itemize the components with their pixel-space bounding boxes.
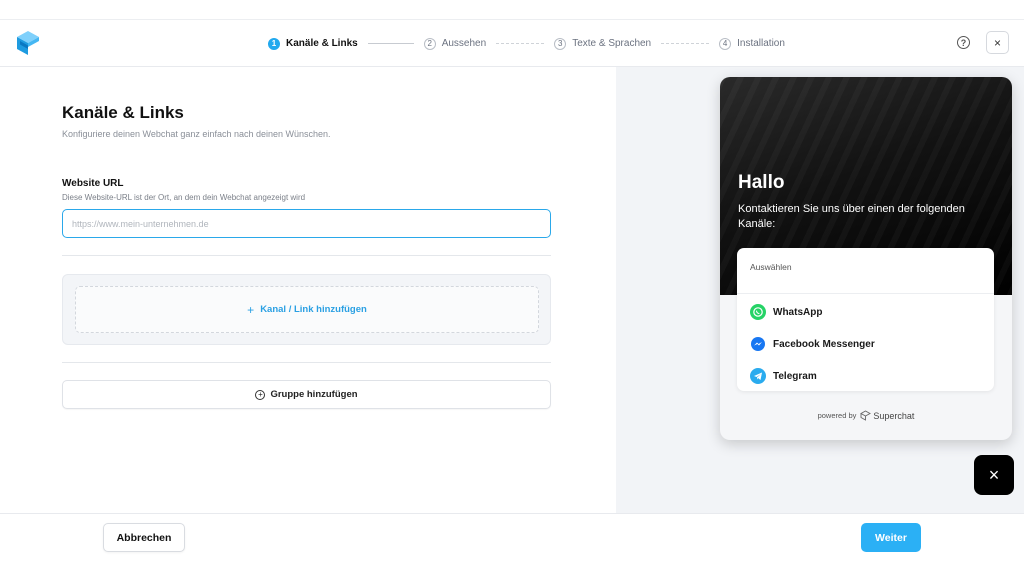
plus-circle-icon: +	[255, 389, 266, 400]
step-label: Kanäle & Links	[286, 38, 358, 49]
add-channel-button[interactable]: + Kanal / Link hinzufügen	[75, 286, 539, 333]
messenger-icon	[750, 336, 766, 352]
step-label: Aussehen	[441, 38, 487, 49]
page-subtitle: Konfiguriere deinen Webchat ganz einfach…	[62, 129, 331, 139]
channel-label: WhatsApp	[773, 306, 823, 318]
preview-panel: Hallo Kontaktieren Sie uns über einen de…	[616, 67, 1024, 513]
cancel-button[interactable]: Abbrechen	[103, 523, 185, 552]
step-connector	[367, 43, 414, 44]
channels-group: + Kanal / Link hinzufügen	[62, 274, 551, 345]
powered-by-text: powered by	[817, 411, 857, 420]
website-url-input[interactable]	[62, 209, 551, 238]
step-connector	[496, 43, 545, 44]
wizard-stepper: 1 Kanäle & Links 2 Aussehen 3 Texte & Sp…	[268, 20, 785, 67]
plus-icon: +	[247, 302, 255, 317]
add-channel-label: Kanal / Link hinzufügen	[260, 304, 367, 315]
close-button[interactable]: ×	[986, 31, 1009, 54]
section-divider	[62, 255, 551, 256]
step-number: 2	[423, 37, 436, 50]
webchat-widget-preview: Hallo Kontaktieren Sie uns über einen de…	[720, 77, 1012, 440]
add-group-label: Gruppe hinzufügen	[270, 389, 358, 400]
step-number: 3	[554, 37, 567, 50]
powered-by: powered by Superchat	[720, 410, 1012, 421]
widget-greeting: Hallo	[738, 172, 785, 193]
select-label: Auswählen	[750, 262, 792, 272]
brand-name: Superchat	[873, 410, 915, 421]
step-installation[interactable]: 4 Installation	[719, 37, 785, 50]
channel-select-card: Auswählen WhatsApp Facebook Messenger Te…	[737, 248, 994, 391]
website-url-label: Website URL	[62, 178, 124, 189]
next-button[interactable]: Weiter	[861, 523, 921, 552]
step-channels-links[interactable]: 1 Kanäle & Links	[268, 37, 358, 50]
superchat-brand: Superchat	[860, 410, 914, 421]
superchat-logo-icon	[17, 31, 39, 55]
step-number: 1	[268, 37, 280, 50]
section-divider	[62, 362, 551, 363]
website-url-help: Diese Website-URL ist der Ort, an dem de…	[62, 193, 306, 202]
step-texts-languages[interactable]: 3 Texte & Sprachen	[554, 37, 652, 50]
channel-facebook-messenger[interactable]: Facebook Messenger	[750, 336, 875, 352]
add-group-button[interactable]: + Gruppe hinzufügen	[62, 380, 551, 409]
wizard-header: 1 Kanäle & Links 2 Aussehen 3 Texte & Sp…	[0, 20, 1024, 67]
channel-label: Telegram	[773, 370, 817, 382]
config-panel: Kanäle & Links Konfiguriere deinen Webch…	[0, 67, 616, 513]
superchat-brand-icon	[860, 410, 872, 421]
step-number: 4	[719, 37, 732, 50]
channel-label: Facebook Messenger	[773, 338, 875, 350]
card-divider	[737, 293, 994, 294]
widget-message: Kontaktieren Sie uns über einen der folg…	[738, 203, 965, 230]
step-label: Texte & Sprachen	[572, 38, 652, 49]
step-appearance[interactable]: 2 Aussehen	[423, 37, 487, 50]
step-label: Installation	[737, 38, 785, 49]
help-icon[interactable]: ?	[957, 36, 970, 49]
page-title: Kanäle & Links	[62, 103, 184, 122]
step-connector	[661, 43, 710, 44]
whatsapp-icon	[750, 304, 766, 320]
browser-top-strip	[0, 0, 1024, 20]
widget-close-fab[interactable]: ×	[974, 455, 1014, 495]
wizard-footer: Abbrechen Weiter	[0, 513, 1024, 576]
channel-whatsapp[interactable]: WhatsApp	[750, 304, 822, 320]
telegram-icon	[750, 368, 766, 384]
channel-telegram[interactable]: Telegram	[750, 368, 817, 384]
